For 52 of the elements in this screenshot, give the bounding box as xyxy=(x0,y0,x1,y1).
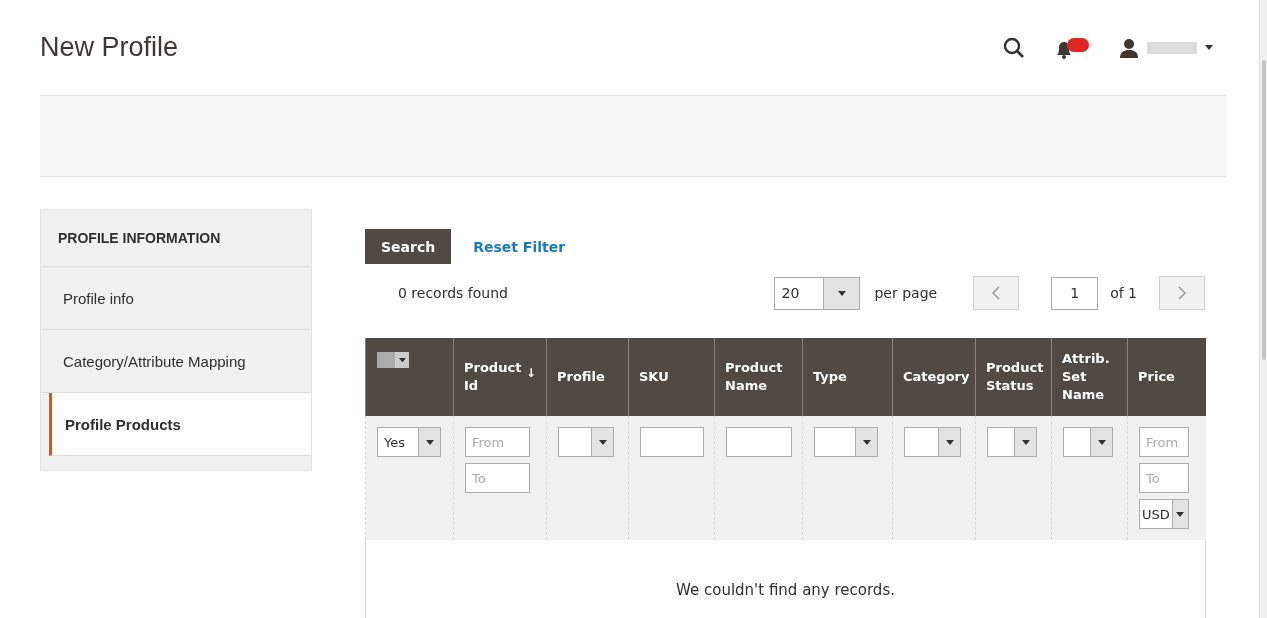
filter-input[interactable] xyxy=(640,427,704,457)
search-icon[interactable] xyxy=(1003,36,1025,59)
column-header[interactable]: Category xyxy=(903,368,967,386)
blurred-username xyxy=(1147,41,1197,54)
chevron-left-icon xyxy=(992,286,1001,300)
chevron-right-icon xyxy=(1178,286,1186,300)
empty-message: We couldn't find any records. xyxy=(676,581,895,600)
caret-icon xyxy=(425,439,434,445)
filter-dropdown[interactable] xyxy=(987,427,1037,457)
currency-dropdown[interactable]: USD xyxy=(1139,499,1189,529)
filter-input[interactable]: From xyxy=(1139,427,1189,457)
column-header[interactable]: Price xyxy=(1138,368,1175,386)
per-page-label: per page xyxy=(874,285,938,301)
scrollbar-thumb[interactable] xyxy=(1262,60,1266,360)
user-icon[interactable] xyxy=(1119,37,1139,58)
filter-dropdown[interactable] xyxy=(814,427,878,457)
column-header[interactable]: Profile xyxy=(557,368,605,386)
caret-icon xyxy=(398,357,406,363)
caret-icon xyxy=(837,290,846,296)
filter-input[interactable] xyxy=(726,427,792,457)
column-header[interactable]: Product Id xyxy=(464,359,524,395)
records-count: 0 records found xyxy=(398,285,509,301)
caret-icon xyxy=(598,439,607,445)
filter-dropdown[interactable]: Yes xyxy=(377,427,441,457)
next-page-button[interactable] xyxy=(1159,276,1205,310)
sidebar-tab[interactable]: Profile info xyxy=(41,267,311,330)
previous-page-button[interactable] xyxy=(973,276,1020,310)
mass-select-dropdown[interactable] xyxy=(377,352,409,368)
page-input[interactable]: 1 xyxy=(1051,276,1099,310)
per-page-dropdown[interactable]: 20 xyxy=(774,276,861,310)
column-header[interactable]: SKU xyxy=(639,368,669,386)
sidebar-title: PROFILE INFORMATION xyxy=(41,210,311,267)
caret-icon xyxy=(1176,511,1185,517)
reset-filter-link[interactable]: Reset Filter xyxy=(473,238,566,255)
page-total: of 1 xyxy=(1110,285,1137,301)
sidebar-tab[interactable]: Profile Products xyxy=(49,393,311,456)
caret-icon xyxy=(1205,45,1213,50)
filter-input[interactable]: To xyxy=(465,463,530,493)
filter-input[interactable]: To xyxy=(1139,463,1189,493)
filter-dropdown[interactable] xyxy=(904,427,961,457)
filter-input[interactable]: From xyxy=(465,427,530,457)
page-title: New Profile xyxy=(40,32,179,63)
caret-icon xyxy=(1097,439,1106,445)
column-header[interactable]: Type xyxy=(813,368,847,386)
filter-dropdown[interactable] xyxy=(1063,427,1113,457)
filter-dropdown[interactable] xyxy=(558,427,614,457)
caret-icon xyxy=(862,439,871,445)
caret-icon xyxy=(945,439,954,445)
scrollbar[interactable] xyxy=(1259,0,1267,618)
search-button[interactable]: Search xyxy=(365,229,452,264)
sort-arrow: ↓ xyxy=(525,365,536,382)
caret-icon xyxy=(1021,439,1030,445)
